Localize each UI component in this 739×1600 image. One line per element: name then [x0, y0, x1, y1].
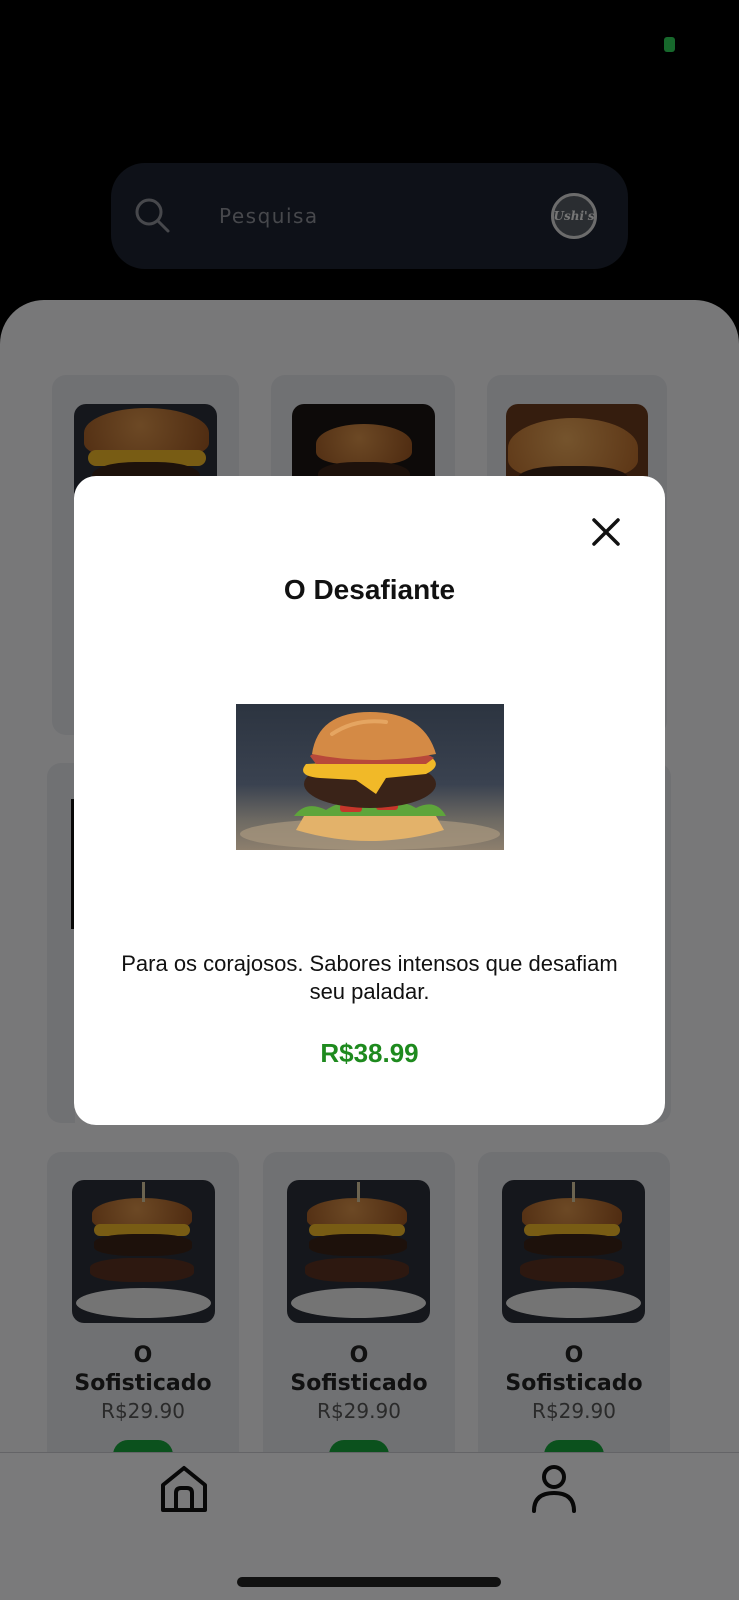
home-indicator — [237, 1577, 501, 1587]
close-icon — [592, 518, 620, 546]
product-price: R$38.99 — [320, 1038, 419, 1068]
product-image — [236, 704, 504, 850]
product-description: Para os corajosos. Sabores intensos que … — [121, 951, 618, 1004]
product-title: O Desafiante — [283, 574, 456, 605]
product-detail-modal: O Desafiante Para os corajosos. Sabores … — [74, 476, 665, 1125]
close-button[interactable] — [586, 512, 626, 552]
